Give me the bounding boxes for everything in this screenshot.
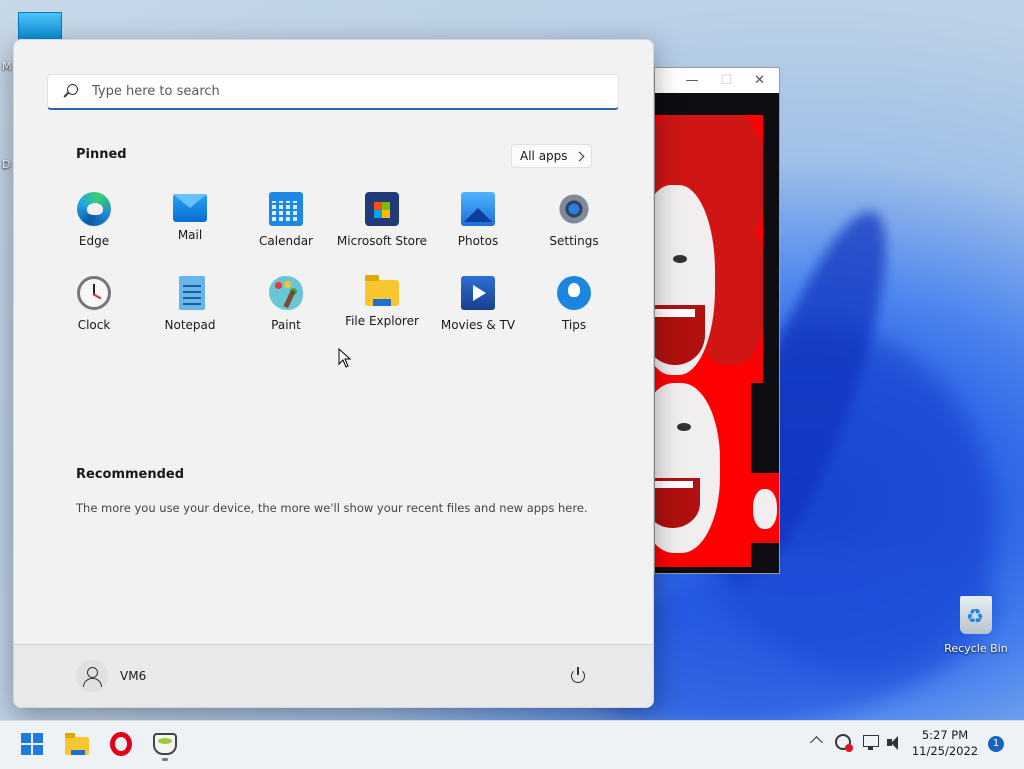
pinned-app-label: File Explorer bbox=[345, 314, 419, 328]
edge-icon bbox=[77, 192, 111, 226]
pinned-app-photos[interactable]: Photos bbox=[430, 188, 526, 272]
pinned-app-label: Edge bbox=[78, 234, 110, 248]
pinned-app-label: Microsoft Store bbox=[336, 234, 428, 248]
pinned-app-mail[interactable]: Mail bbox=[142, 188, 238, 272]
pinned-app-file-explorer[interactable]: File Explorer bbox=[334, 272, 430, 356]
taskbar-time: 5:27 PM bbox=[921, 728, 969, 742]
pinned-app-label: Photos bbox=[457, 234, 499, 248]
window-content-image bbox=[655, 93, 779, 573]
recommended-heading: Recommended bbox=[76, 467, 185, 482]
window-titlebar[interactable]: — ☐ ✕ bbox=[655, 68, 779, 92]
recycle-bin[interactable]: Recycle Bin bbox=[944, 596, 1008, 655]
pinned-app-label: Calendar bbox=[259, 234, 313, 248]
pinned-app-label: Mail bbox=[177, 228, 203, 242]
chevron-right-icon bbox=[574, 151, 584, 162]
pinned-app-label: Paint bbox=[271, 318, 301, 332]
pinned-app-label: Tips bbox=[561, 318, 587, 332]
movies-tv-icon bbox=[461, 276, 495, 310]
taskbar-date: 11/25/2022 bbox=[911, 744, 979, 758]
start-button[interactable] bbox=[16, 728, 48, 760]
pinned-app-edge[interactable]: Edge bbox=[46, 188, 142, 272]
all-apps-button[interactable]: All apps bbox=[511, 144, 592, 168]
pinned-app-notepad[interactable]: Notepad bbox=[142, 272, 238, 356]
sync-icon[interactable] bbox=[835, 734, 853, 752]
user-avatar-icon bbox=[76, 660, 108, 692]
store-icon bbox=[365, 192, 399, 226]
pinned-app-tips[interactable]: Tips bbox=[526, 272, 622, 356]
pinned-app-label: Notepad bbox=[164, 318, 216, 332]
search-input[interactable] bbox=[90, 83, 574, 100]
tips-icon bbox=[557, 276, 591, 310]
recommended-empty-text: The more you use your device, the more w… bbox=[76, 501, 588, 515]
pinned-app-microsoft-store[interactable]: Microsoft Store bbox=[334, 188, 430, 272]
pinned-app-calendar[interactable]: Calendar bbox=[238, 188, 334, 272]
notepad-icon bbox=[179, 276, 205, 310]
user-account-button[interactable]: VM6 bbox=[76, 659, 146, 693]
pinned-apps-grid: Edge Mail Calendar Microsoft Store Photo… bbox=[46, 188, 622, 356]
maximize-icon[interactable]: ☐ bbox=[720, 73, 732, 88]
volume-icon[interactable] bbox=[886, 734, 906, 752]
pinned-app-paint[interactable]: Paint bbox=[238, 272, 334, 356]
start-menu: Pinned All apps Edge Mail Calendar Micro… bbox=[13, 39, 654, 708]
pinned-app-settings[interactable]: Settings bbox=[526, 188, 622, 272]
paint-icon bbox=[269, 276, 303, 310]
user-name: VM6 bbox=[120, 669, 147, 683]
network-icon[interactable] bbox=[861, 734, 881, 752]
opera-icon bbox=[110, 732, 132, 756]
start-menu-footer: VM6 bbox=[14, 644, 653, 707]
desktop-icon-label-partial: D bbox=[2, 158, 11, 171]
desktop-icon-label-partial: M bbox=[2, 60, 12, 73]
calendar-icon bbox=[269, 192, 303, 226]
search-icon bbox=[62, 83, 78, 100]
notification-badge[interactable]: 1 bbox=[988, 736, 1004, 752]
app-icon bbox=[153, 733, 177, 755]
taskbar-file-explorer[interactable] bbox=[61, 728, 93, 760]
search-box[interactable] bbox=[47, 74, 619, 110]
pinned-app-label: Movies & TV bbox=[440, 318, 516, 332]
pinned-app-label: Clock bbox=[77, 318, 111, 332]
file-explorer-icon bbox=[65, 733, 89, 755]
recycle-bin-label: Recycle Bin bbox=[944, 642, 1008, 655]
desktop-shortcut-icon[interactable] bbox=[18, 12, 62, 42]
running-indicator bbox=[162, 758, 168, 761]
windows-logo-icon bbox=[21, 733, 43, 755]
photos-icon bbox=[461, 192, 495, 226]
power-icon[interactable] bbox=[570, 667, 587, 684]
mail-icon bbox=[173, 194, 207, 222]
recycle-bin-icon bbox=[960, 596, 992, 634]
taskbar-opera[interactable] bbox=[105, 728, 137, 760]
clock-icon bbox=[77, 276, 111, 310]
taskbar-clock[interactable]: 5:27 PM 11/25/2022 bbox=[910, 727, 980, 759]
pinned-heading: Pinned bbox=[76, 147, 127, 162]
taskbar-running-app[interactable] bbox=[149, 728, 181, 760]
pinned-app-label: Settings bbox=[549, 234, 599, 248]
close-icon[interactable]: ✕ bbox=[754, 73, 765, 88]
file-explorer-icon bbox=[365, 275, 399, 306]
pinned-app-clock[interactable]: Clock bbox=[46, 272, 142, 356]
background-app-window[interactable]: — ☐ ✕ bbox=[654, 67, 780, 574]
all-apps-label: All apps bbox=[520, 149, 568, 163]
pinned-app-movies-tv[interactable]: Movies & TV bbox=[430, 272, 526, 356]
settings-icon bbox=[557, 192, 591, 226]
minimize-icon[interactable]: — bbox=[685, 73, 698, 88]
